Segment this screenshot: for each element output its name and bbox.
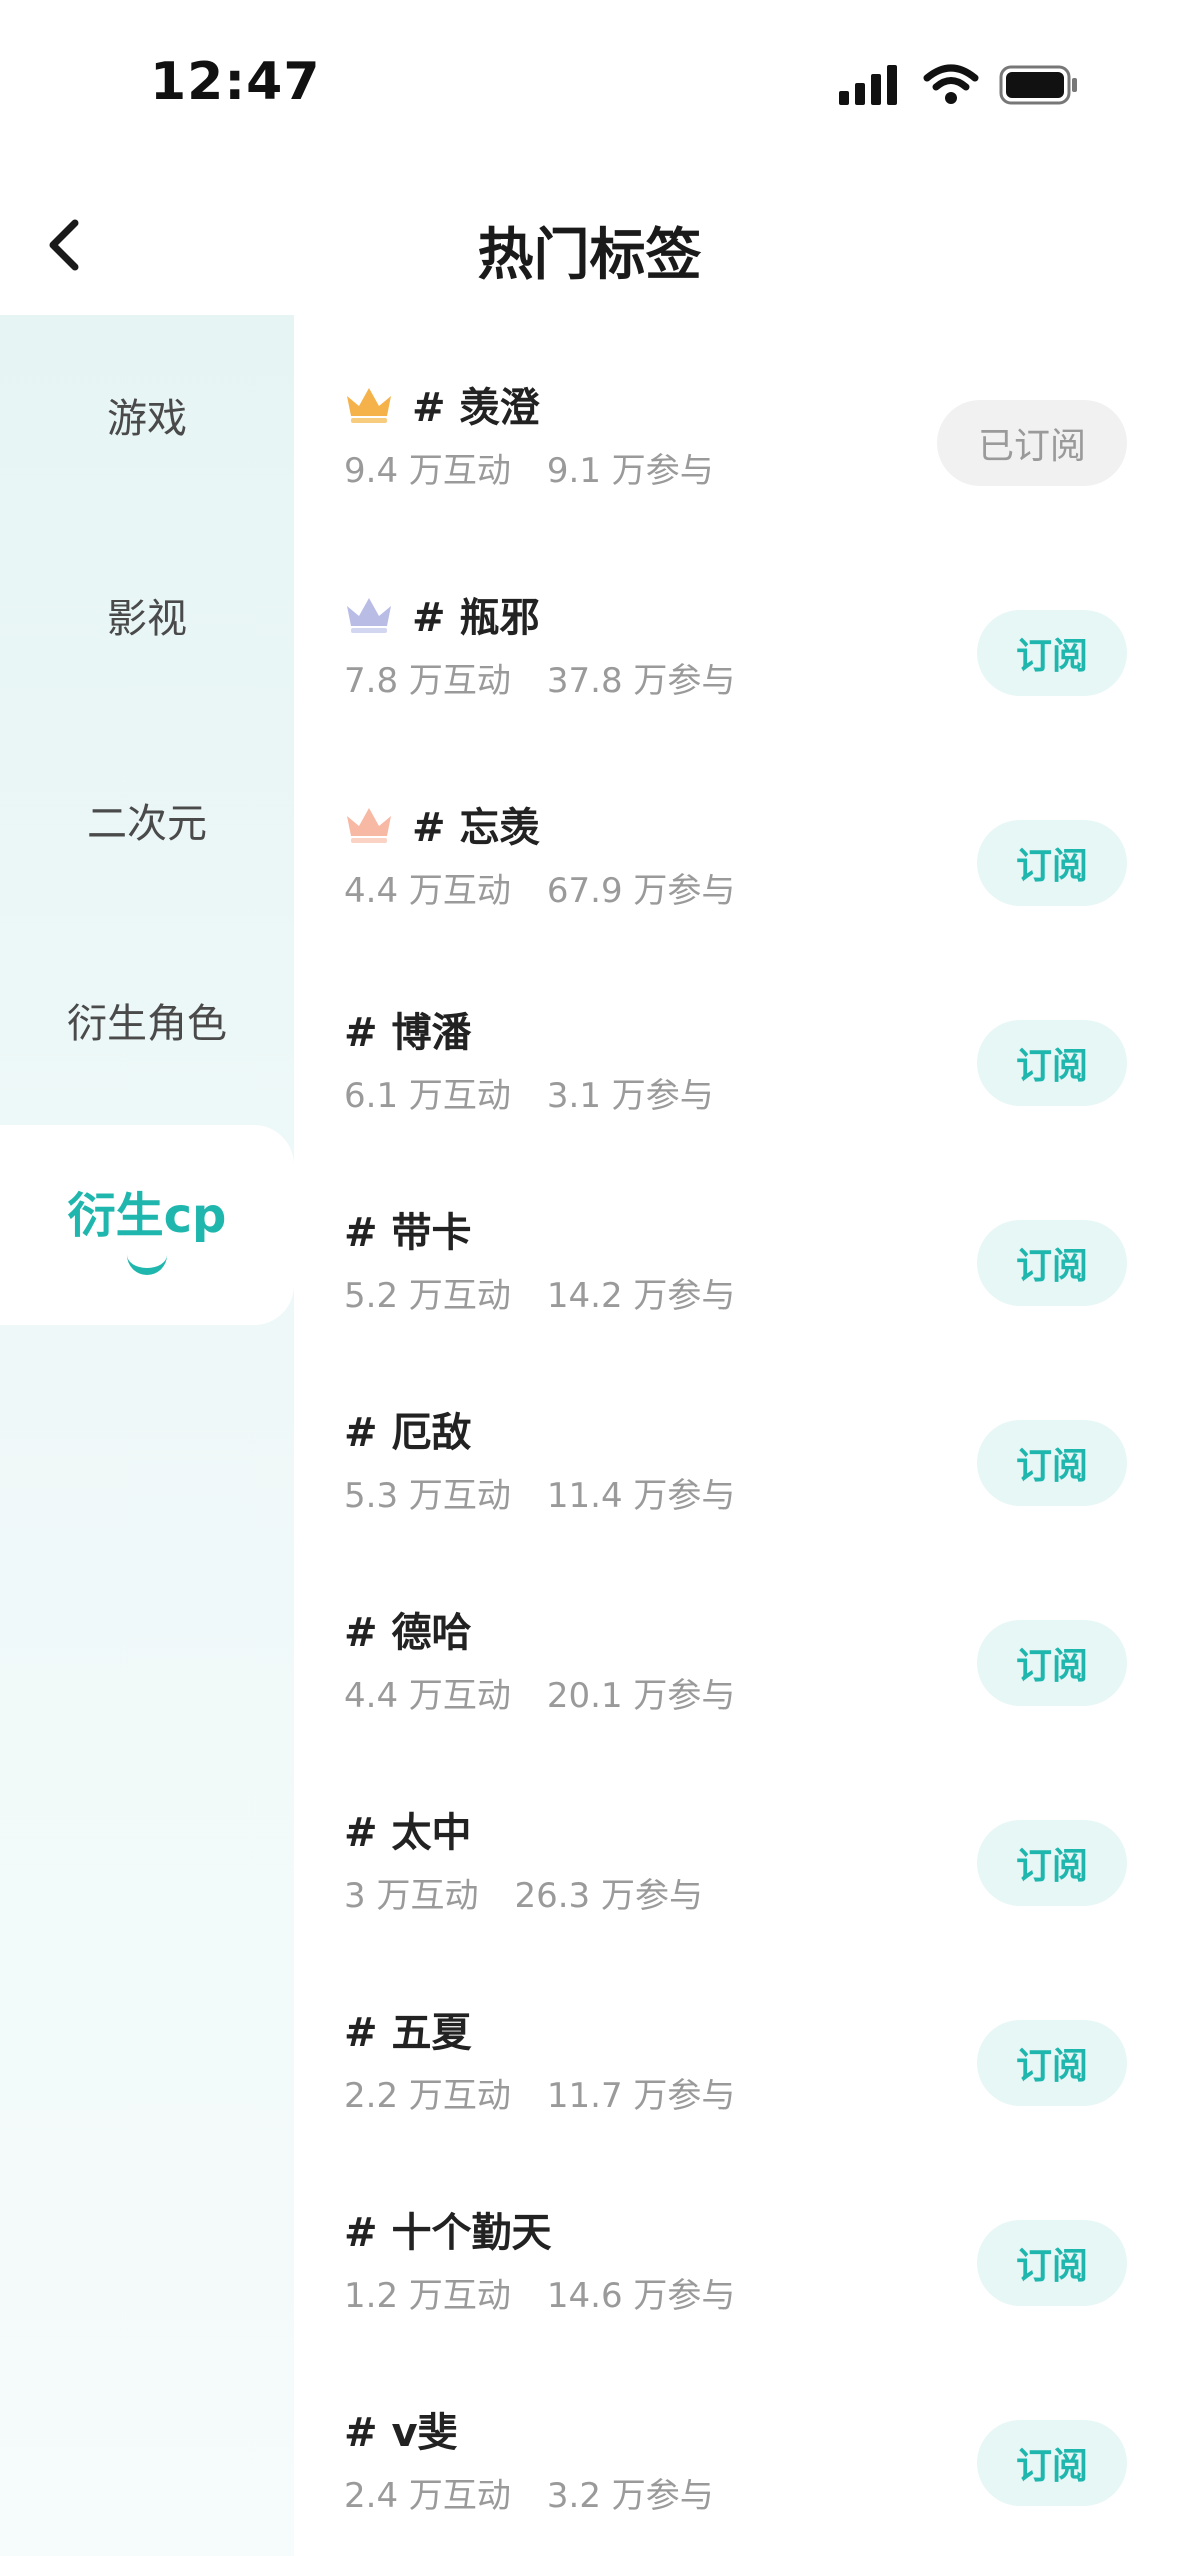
sidebar-item-label: 二次元 <box>87 801 207 847</box>
active-indicator-icon <box>127 1252 167 1275</box>
status-time: 12:47 <box>150 52 321 112</box>
participant-count: 37.8 万参与 <box>546 661 736 701</box>
subscribe-button[interactable]: 订阅 <box>977 1220 1127 1306</box>
screen: 12:47 热门标签 游戏 影视 二次元 衍生角色 衍生cp # 羡澄 9.4 … <box>0 0 1179 2556</box>
tag-stats: 9.4 万互动 9.1 万参与 <box>344 443 714 492</box>
subscribe-button[interactable]: 订阅 <box>977 820 1127 906</box>
list-item[interactable]: # 瓶邪 7.8 万互动 37.8 万参与 订阅 <box>294 565 1179 765</box>
tag-name: # 带卡 <box>344 1210 472 1256</box>
tag-title-row: # 羡澄 <box>344 375 539 433</box>
tag-stats: 4.4 万互动 67.9 万参与 <box>344 863 735 912</box>
list-item[interactable]: # 五夏 2.2 万互动 11.7 万参与 订阅 <box>294 1980 1179 2180</box>
subscribed-button[interactable]: 已订阅 <box>937 400 1127 486</box>
participant-count: 9.1 万参与 <box>546 451 714 491</box>
tag-stats: 4.4 万互动 20.1 万参与 <box>344 1668 735 1717</box>
tag-name: # 太中 <box>344 1810 472 1856</box>
subscribe-button[interactable]: 订阅 <box>977 610 1127 696</box>
participant-count: 3.2 万参与 <box>546 2476 714 2516</box>
tag-stats: 5.2 万互动 14.2 万参与 <box>344 1268 735 1317</box>
tag-name: # 德哈 <box>344 1610 472 1656</box>
participant-count: 11.4 万参与 <box>546 1476 736 1516</box>
sidebar-item-derivative-characters[interactable]: 衍生角色 <box>0 920 294 1120</box>
participant-count: 26.3 万参与 <box>514 1876 703 1916</box>
gold-crown-icon <box>347 388 391 423</box>
sidebar-item-film-tv[interactable]: 影视 <box>0 515 294 715</box>
tag-name: # 十个勤天 <box>344 2210 552 2256</box>
sidebar-item-label: 游戏 <box>107 396 187 442</box>
subscribe-button[interactable]: 订阅 <box>977 2420 1127 2506</box>
list-item[interactable]: # 带卡 5.2 万互动 14.2 万参与 订阅 <box>294 1180 1179 1380</box>
tag-name: # v斐 <box>344 2410 458 2456</box>
interaction-count: 9.4 万互动 <box>344 451 511 491</box>
cellular-signal-icon <box>839 65 897 105</box>
sidebar-item-derivative-cp[interactable]: 衍生cp <box>0 1125 294 1325</box>
subscribe-button[interactable]: 订阅 <box>977 1820 1127 1906</box>
list-item[interactable]: # 羡澄 9.4 万互动 9.1 万参与 已订阅 <box>294 355 1179 555</box>
tag-name: # 忘羡 <box>412 805 540 851</box>
tag-stats: 3 万互动 26.3 万参与 <box>344 1868 703 1917</box>
list-item[interactable]: # 十个勤天 1.2 万互动 14.6 万参与 订阅 <box>294 2180 1179 2380</box>
interaction-count: 7.8 万互动 <box>344 661 511 701</box>
sidebar-item-label: 影视 <box>107 596 187 642</box>
interaction-count: 6.1 万互动 <box>344 1076 511 1116</box>
subscribe-button[interactable]: 订阅 <box>977 1620 1127 1706</box>
subscribe-button[interactable]: 订阅 <box>977 2220 1127 2306</box>
sidebar-item-acg[interactable]: 二次元 <box>0 720 294 920</box>
nav-bar: 热门标签 <box>0 180 1179 310</box>
participant-count: 14.6 万参与 <box>546 2276 736 2316</box>
tag-title-row: # 瓶邪 <box>344 585 539 643</box>
page-title: 热门标签 <box>477 223 702 288</box>
participant-count: 3.1 万参与 <box>546 1076 714 1116</box>
battery-icon <box>999 65 1077 105</box>
interaction-count: 2.2 万互动 <box>344 2076 511 2116</box>
list-item[interactable]: # 太中 3 万互动 26.3 万参与 订阅 <box>294 1780 1179 1980</box>
tag-stats: 6.1 万互动 3.1 万参与 <box>344 1068 714 1117</box>
tag-stats: 5.3 万互动 11.4 万参与 <box>344 1468 735 1517</box>
participant-count: 20.1 万参与 <box>546 1676 736 1716</box>
tag-name: # 五夏 <box>344 2010 472 2056</box>
bronze-crown-icon <box>347 808 391 843</box>
wifi-icon <box>923 64 979 104</box>
interaction-count: 1.2 万互动 <box>344 2276 511 2316</box>
subscribe-button[interactable]: 订阅 <box>977 1020 1127 1106</box>
interaction-count: 4.4 万互动 <box>344 1676 511 1716</box>
participant-count: 14.2 万参与 <box>546 1276 736 1316</box>
tag-title-row: # 忘羡 <box>344 795 539 853</box>
subscribe-button[interactable]: 订阅 <box>977 2020 1127 2106</box>
tag-name: # 瓶邪 <box>412 595 540 641</box>
tag-stats: 7.8 万互动 37.8 万参与 <box>344 653 735 702</box>
interaction-count: 5.3 万互动 <box>344 1476 511 1516</box>
subscribe-button[interactable]: 订阅 <box>977 1420 1127 1506</box>
sidebar-item-label: 衍生cp <box>67 1187 227 1244</box>
tag-name: # 厄敌 <box>344 1410 472 1456</box>
interaction-count: 3 万互动 <box>344 1876 479 1916</box>
interaction-count: 2.4 万互动 <box>344 2476 511 2516</box>
tag-name: # 博潘 <box>344 1010 472 1056</box>
tag-name: # 羡澄 <box>412 385 540 431</box>
participant-count: 11.7 万参与 <box>546 2076 736 2116</box>
list-item[interactable]: # 厄敌 5.3 万互动 11.4 万参与 订阅 <box>294 1380 1179 1580</box>
interaction-count: 4.4 万互动 <box>344 871 511 911</box>
participant-count: 67.9 万参与 <box>546 871 736 911</box>
status-bar: 12:47 <box>0 0 1179 160</box>
tag-stats: 2.4 万互动 3.2 万参与 <box>344 2468 714 2517</box>
tag-stats: 1.2 万互动 14.6 万参与 <box>344 2268 735 2317</box>
sidebar-item-label: 衍生角色 <box>67 1001 227 1047</box>
interaction-count: 5.2 万互动 <box>344 1276 511 1316</box>
tag-stats: 2.2 万互动 11.7 万参与 <box>344 2068 735 2117</box>
list-item[interactable]: # 博潘 6.1 万互动 3.1 万参与 订阅 <box>294 980 1179 1180</box>
list-item[interactable]: # v斐 2.4 万互动 3.2 万参与 订阅 <box>294 2380 1179 2556</box>
sidebar-item-games[interactable]: 游戏 <box>0 315 294 515</box>
silver-crown-icon <box>347 598 391 633</box>
list-item[interactable]: # 忘羡 4.4 万互动 67.9 万参与 订阅 <box>294 775 1179 975</box>
list-item[interactable]: # 德哈 4.4 万互动 20.1 万参与 订阅 <box>294 1580 1179 1780</box>
status-icons <box>839 60 1079 110</box>
category-sidebar: 游戏 影视 二次元 衍生角色 衍生cp <box>0 315 294 2556</box>
